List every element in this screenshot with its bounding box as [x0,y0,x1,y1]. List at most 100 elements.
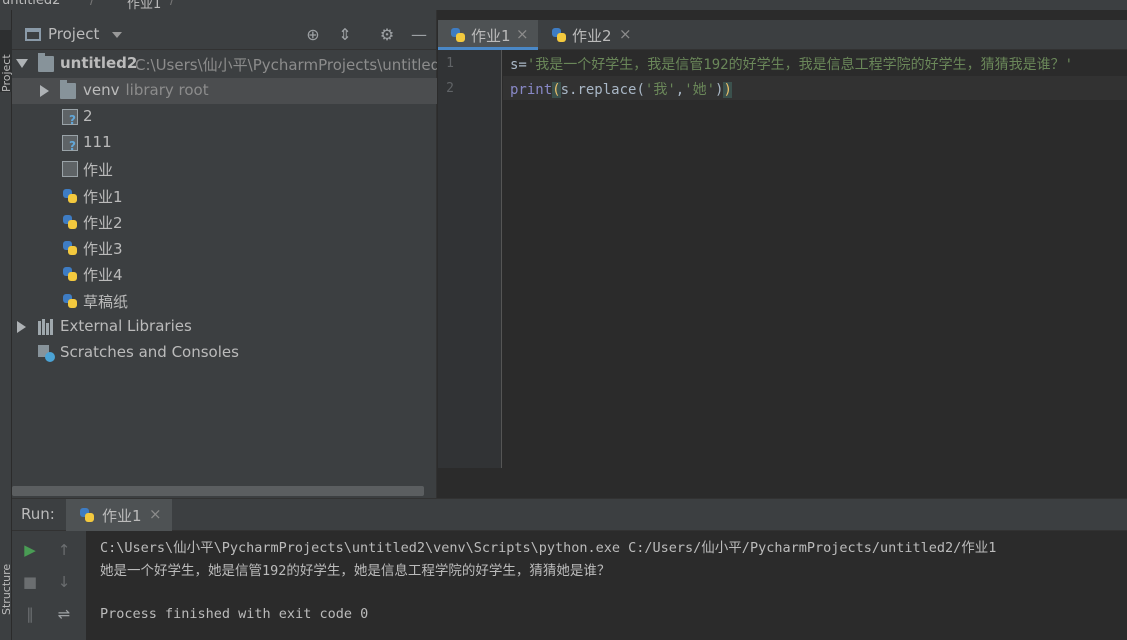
hide-panel-icon[interactable]: — [408,24,430,46]
arrow-down-icon[interactable]: ↓ [54,572,74,592]
file-name: 111 [83,133,112,151]
file-name: 作业2 [83,214,123,232]
soft-wrap-icon[interactable]: ⇌ [54,604,74,624]
line-number: 1 [446,56,454,71]
python-file-icon [62,188,78,204]
root-path: C:\Users\仙小平\PycharmProjects\untitled2 [135,56,437,74]
folder-icon [38,53,54,72]
editor-bottom-area [438,468,1127,498]
code-string: '我' [644,82,676,98]
chevron-right-icon[interactable] [40,85,49,97]
code-token: , [675,82,685,98]
line-gutter: 1 2 [438,50,502,468]
structure-tool-tab[interactable]: Structure [0,515,12,615]
root-name: untitled2 [60,54,138,72]
run-toolbar: ▶ ↑ ■ ↓ ‖ ⇌ [12,531,86,640]
navigation-breadcrumb: untitled2 / 作业1 / [0,0,1127,10]
line-number: 2 [446,81,454,96]
scratches-label: Scratches and Consoles [60,343,239,361]
code-line-1[interactable]: s='我是一个好学生，我是信管192的好学生，我是信息工程学院的好学生，猜猜我是… [510,54,1073,78]
project-toolbar: Project ⊕ ⇕ ⚙ — [12,20,437,50]
file-name: 作业4 [83,266,123,284]
run-panel-header: Run: 作业1 × [12,499,1127,531]
python-file-icon [450,27,466,43]
external-libraries-label: External Libraries [60,317,192,335]
breadcrumb-file[interactable]: 作业1 [127,0,161,10]
run-tab-label: 作业1 [102,507,142,525]
code-bracket: ( [552,82,561,98]
code-string: '她' [684,82,716,98]
breadcrumb-separator: / [90,0,95,8]
code-token: s.replace( [560,82,645,98]
tab-zuoye1[interactable]: 作业1 × [438,20,538,50]
python-file-icon [551,27,567,43]
left-tool-strip: Project Structure [0,10,12,640]
tree-item-file[interactable]: 作业 [12,156,437,182]
tree-item-external-libraries[interactable]: External Libraries [12,314,437,340]
gear-icon[interactable]: ⚙ [376,24,398,46]
horizontal-scrollbar[interactable] [12,486,424,496]
tree-item-file[interactable]: 作业1 [12,183,437,209]
file-name: 作业3 [83,240,123,258]
tab-label: 作业2 [572,27,612,45]
project-panel: Project ⊕ ⇕ ⚙ — untitled2 C:\Users\仙小平\P… [12,10,437,498]
tree-item-scratches[interactable]: Scratches and Consoles [12,340,437,366]
python-file-icon [62,266,78,282]
project-panel-title[interactable]: Project [48,25,99,43]
code-token: s= [510,57,527,73]
console-line: C:\Users\仙小平\PycharmProjects\untitled2\v… [100,540,997,556]
tab-label: 作业1 [471,27,511,45]
locate-file-icon[interactable]: ⊕ [302,24,324,46]
file-name: 作业 [83,161,114,179]
collapse-all-icon[interactable]: ⇕ [334,24,356,46]
python-file-icon [62,293,78,309]
file-name: 草稿纸 [83,293,129,311]
arrow-up-icon[interactable]: ↑ [54,540,74,560]
libraries-icon [38,319,54,335]
tree-root[interactable]: untitled2 C:\Users\仙小平\PycharmProjects\u… [12,51,437,77]
run-console[interactable]: C:\Users\仙小平\PycharmProjects\untitled2\v… [100,531,1127,640]
tree-item-file[interactable]: 作业4 [12,261,437,287]
python-file-icon [79,507,95,523]
close-icon[interactable]: × [619,25,632,43]
tree-item-file[interactable]: ? 111 [12,130,437,156]
tree-item-file[interactable]: 作业3 [12,235,437,261]
close-icon[interactable]: × [149,505,162,523]
run-label: Run: [21,505,55,523]
chevron-down-icon[interactable] [16,59,28,68]
file-name: 2 [83,107,93,125]
console-line: Process finished with exit code 0 [100,606,369,622]
tree-item-file[interactable]: 作业2 [12,209,437,235]
python-file-icon [62,240,78,256]
code-line-2[interactable]: print(s.replace('我','她')) [503,76,1127,100]
run-panel: Run: 作业1 × ▶ ↑ ■ ↓ ‖ ⇌ C:\Users\仙小平\Pych… [12,498,1127,640]
run-tab-zuoye1[interactable]: 作业1 × [66,499,172,531]
file-name: 作业1 [83,188,123,206]
stop-icon[interactable]: ■ [20,572,40,592]
unknown-file-icon: ? [62,109,78,126]
text-file-icon [62,161,78,177]
unknown-file-icon: ? [62,135,78,152]
pause-icon[interactable]: ‖ [20,604,40,624]
project-tool-tab[interactable]: Project [0,30,12,92]
console-line: 她是一个好学生，她是信管192的好学生，她是信息工程学院的好学生，猜猜她是谁？ [100,563,611,579]
breadcrumb-project[interactable]: untitled2 [2,0,60,8]
python-file-icon [62,214,78,230]
code-area[interactable]: s='我是一个好学生，我是信管192的好学生，我是信息工程学院的好学生，猜猜我是… [503,50,1127,468]
chevron-down-icon[interactable] [112,32,122,38]
tree-item-file[interactable]: 草稿纸 [12,288,437,314]
editor-tabs: 作业1 × 作业2 × [438,20,1127,50]
venv-name: venv [83,81,120,99]
tab-zuoye2[interactable]: 作业2 × [539,20,639,50]
run-play-icon[interactable]: ▶ [20,540,40,560]
code-builtin: print [510,82,553,98]
chevron-right-icon[interactable] [17,321,26,333]
breadcrumb-separator-2: / [170,0,175,8]
folder-icon [60,80,76,99]
tree-item-file[interactable]: ? 2 [12,104,437,130]
venv-tag: library root [125,81,209,99]
tree-item-venv[interactable]: venv library root [12,78,437,104]
code-editor: 作业1 × 作业2 × 1 2 s='我是一个好学生，我是信管192的好学生，我… [438,10,1127,498]
scratches-icon [38,345,55,362]
close-icon[interactable]: × [516,25,529,43]
